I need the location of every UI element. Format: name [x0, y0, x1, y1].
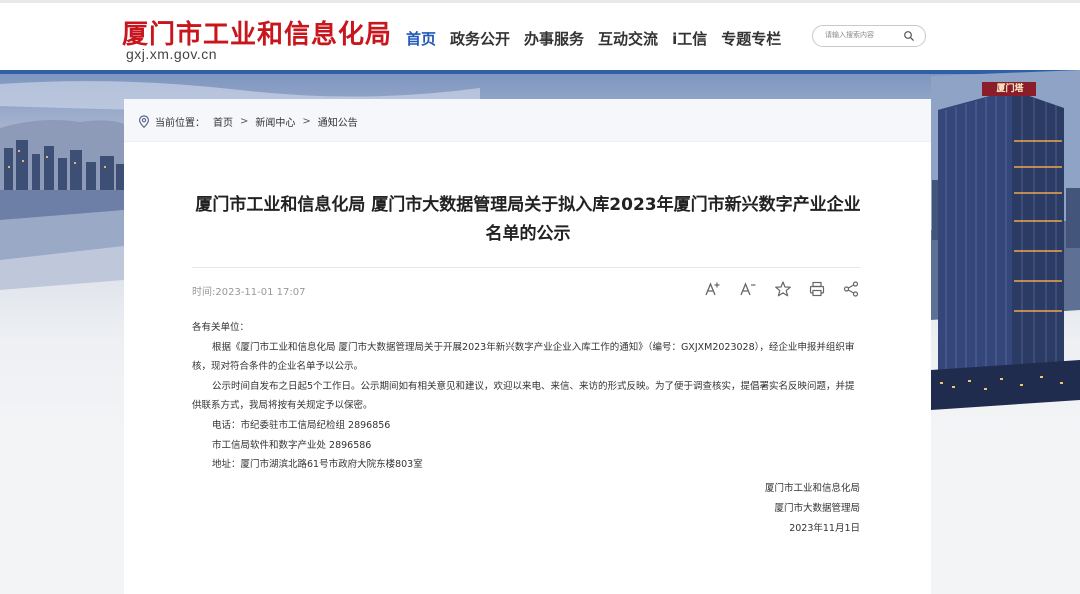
- star-icon[interactable]: [774, 280, 792, 298]
- contact-phone-1: 电话：市纪委驻市工信局纪检组 2896856: [212, 419, 391, 431]
- contact-phone-2: 市工信局软件和数字产业处 2896586: [212, 439, 372, 451]
- body-paragraph: 公示时间自发布之日起5个工作日。公示期间如有相关意见和建议，欢迎以来电、来信、来…: [192, 380, 855, 412]
- body-paragraph: 根据《厦门市工业和信息化局 厦门市大数据管理局关于开展2023年新兴数字产业企业…: [192, 341, 855, 373]
- font-increase-icon[interactable]: [704, 280, 722, 298]
- signature-bureau: 厦门市工业和信息化局: [764, 482, 860, 494]
- breadcrumb-news-center[interactable]: 新闻中心: [255, 114, 295, 129]
- site-domain: gxj.xm.gov.cn: [126, 46, 218, 62]
- signature-date: 2023年11月1日: [789, 522, 860, 534]
- article-card: 当前位置： 首页 > 新闻中心 > 通知公告 厦门市工业和信息化局 厦门市大数据…: [124, 99, 931, 594]
- publish-date: 时间:2023-11-01 17:07: [192, 287, 306, 298]
- search-input[interactable]: [825, 28, 897, 42]
- nav-interaction[interactable]: 互动交流: [598, 28, 658, 49]
- search-box: [812, 25, 926, 47]
- print-icon[interactable]: [808, 280, 826, 298]
- breadcrumb: 当前位置： 首页 > 新闻中心 > 通知公告: [138, 114, 358, 129]
- title-divider: [192, 267, 860, 268]
- article-body: 各有关单位： 根据《厦门市工业和信息化局 厦门市大数据管理局关于开展2023年新…: [192, 318, 860, 539]
- breadcrumb-separator: >: [302, 116, 311, 127]
- nav-home[interactable]: 首页: [406, 28, 436, 49]
- header-top-line: [0, 0, 1080, 3]
- main-nav: 首页 政务公开 办事服务 互动交流 i工信 专题专栏: [406, 28, 795, 49]
- share-icon[interactable]: [842, 280, 860, 298]
- search-icon[interactable]: [903, 30, 915, 42]
- nav-special-topics[interactable]: 专题专栏: [721, 28, 781, 49]
- location-pin-icon: [138, 114, 150, 128]
- nav-services[interactable]: 办事服务: [524, 28, 584, 49]
- breadcrumb-bar: 当前位置： 首页 > 新闻中心 > 通知公告: [124, 99, 931, 142]
- article-tools: [704, 280, 862, 298]
- contact-address: 地址：厦门市湖滨北路61号市政府大院东楼803室: [212, 459, 423, 471]
- signature-big-data-bureau: 厦门市大数据管理局: [774, 502, 860, 514]
- nav-i-gongxin[interactable]: i工信: [672, 28, 707, 49]
- font-decrease-icon[interactable]: [739, 280, 757, 298]
- salutation: 各有关单位：: [192, 322, 250, 333]
- breadcrumb-notices[interactable]: 通知公告: [318, 114, 358, 129]
- breadcrumb-separator: >: [240, 116, 249, 127]
- article-title: 厦门市工业和信息化局 厦门市大数据管理局关于拟入库2023年厦门市新兴数字产业企…: [195, 195, 861, 244]
- nav-government-affairs[interactable]: 政务公开: [450, 28, 510, 49]
- site-header: 厦门市工业和信息化局 gxj.xm.gov.cn 首页 政务公开 办事服务 互动…: [0, 0, 1080, 70]
- breadcrumb-home[interactable]: 首页: [213, 114, 233, 129]
- breadcrumb-prefix: 当前位置：: [155, 118, 205, 129]
- tower-sign-text: 厦门塔: [996, 84, 1024, 94]
